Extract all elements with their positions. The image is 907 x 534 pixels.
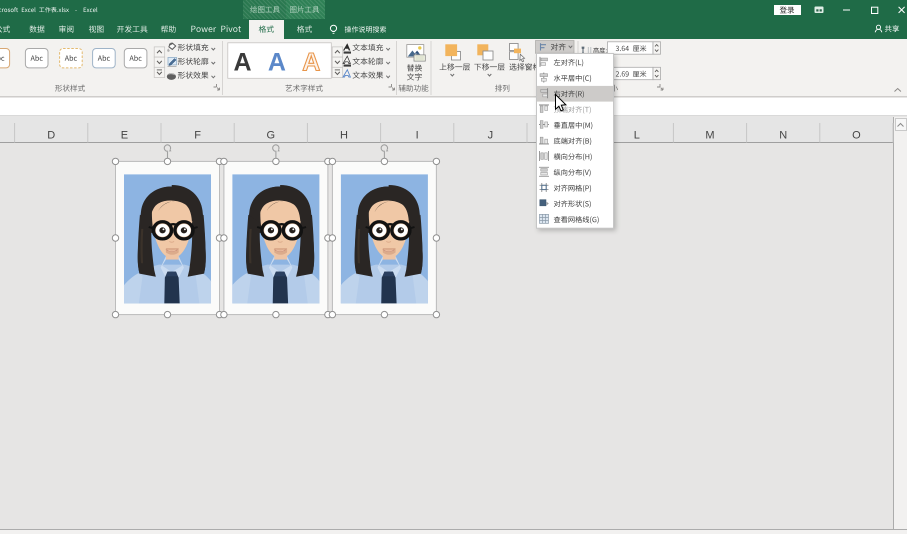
svg-text:A: A: [233, 49, 251, 77]
svg-text:G: G: [267, 130, 276, 142]
svg-text:A: A: [268, 49, 286, 77]
svg-text:E: E: [121, 130, 128, 142]
svg-text:M: M: [705, 130, 714, 142]
svg-text:F: F: [194, 130, 201, 142]
svg-text:J: J: [488, 130, 494, 142]
svg-text:D: D: [47, 130, 55, 142]
svg-text:A: A: [302, 49, 320, 77]
svg-text:N: N: [779, 130, 787, 142]
svg-text:L: L: [634, 130, 640, 142]
svg-text:O: O: [852, 130, 861, 142]
svg-text:I: I: [416, 130, 419, 142]
svg-text:H: H: [340, 130, 348, 142]
